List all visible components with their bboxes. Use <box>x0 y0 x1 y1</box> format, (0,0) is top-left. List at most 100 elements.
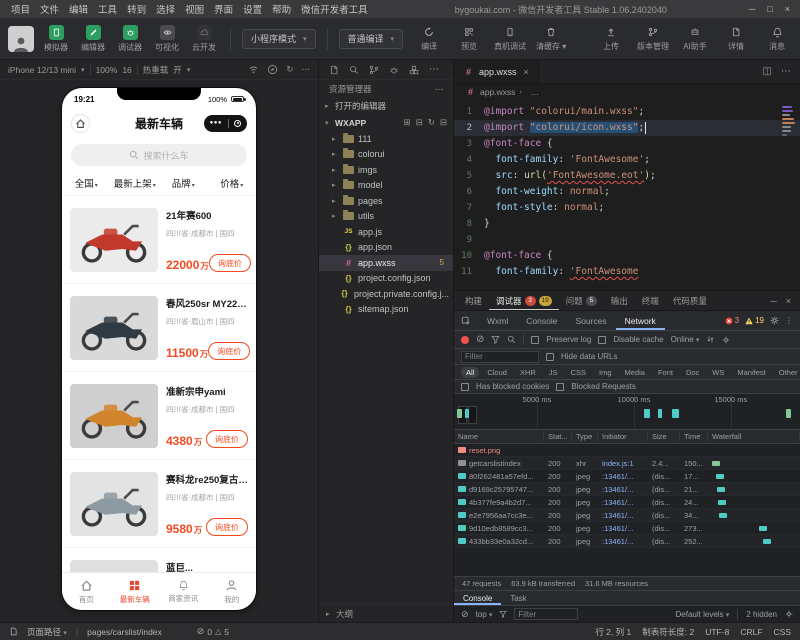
toolbar-toggle-simulator[interactable]: 模拟器 <box>41 25 71 53</box>
file-tree-item[interactable]: {}project.config.json <box>319 271 453 287</box>
panel-tab-0[interactable]: 构建 <box>458 291 489 310</box>
menu-item-2[interactable]: 编辑 <box>64 2 93 16</box>
disable-cache-checkbox[interactable] <box>598 336 606 344</box>
capsule-close-icon[interactable] <box>234 120 241 127</box>
file-tree-item[interactable]: ▸pages <box>319 193 453 209</box>
more-icon[interactable]: ⋯ <box>302 64 311 75</box>
tab-latest-cars[interactable]: 最新车辆 <box>111 573 160 610</box>
ask-price-button[interactable]: 询底价 <box>206 518 248 536</box>
code-line[interactable]: 8} <box>454 216 800 232</box>
column-header[interactable]: Stat... <box>544 432 572 441</box>
language-mode[interactable]: CSS <box>774 627 791 637</box>
import-export-icon[interactable] <box>706 335 715 344</box>
gear-icon[interactable] <box>770 316 779 325</box>
file-tree-item[interactable]: {}sitemap.json <box>319 302 453 318</box>
error-count[interactable]: 3 <box>725 316 739 325</box>
initiator-link[interactable]: :13461/... <box>598 524 648 533</box>
more-icon[interactable]: ⋯ <box>429 64 439 75</box>
initiator-link[interactable]: :13461/... <box>598 511 648 520</box>
collapse-icon[interactable]: ⊟ <box>440 117 447 128</box>
car-item[interactable]: 赛科龙re250复古街车四川省-成都市 | 国四9580万询底价 <box>62 460 256 548</box>
network-overview[interactable]: 5000 ms10000 ms15000 ms <box>454 394 800 430</box>
mode-dropdown[interactable]: 小程序模式 ▾ <box>242 29 316 49</box>
toolbar-toggle-debugger[interactable]: 调试器 <box>115 25 145 53</box>
filter-pill-manifest[interactable]: Manifest <box>732 367 770 378</box>
filter-pill-media[interactable]: Media <box>620 367 650 378</box>
rotate-icon[interactable]: ↻ <box>286 64 293 75</box>
page-path-value[interactable]: pages/carslist/index <box>87 627 162 637</box>
filter-0[interactable]: 全国▾ <box>62 176 111 190</box>
close-tab-icon[interactable]: × <box>524 67 529 77</box>
column-header[interactable]: Name <box>454 432 544 441</box>
code-line[interactable]: 2@import "colorui/icon.wxss"; <box>454 120 800 136</box>
filter-pill-xhr[interactable]: XHR <box>515 367 541 378</box>
hot-reload-toggle[interactable]: 开 <box>173 64 182 76</box>
column-header[interactable]: Time <box>680 432 708 441</box>
filter-icon[interactable] <box>491 335 500 344</box>
minimize-icon[interactable]: ─ <box>749 4 755 14</box>
warning-count[interactable]: 19 <box>745 316 764 325</box>
more-icon[interactable]: ⋯ <box>435 84 444 95</box>
network-request-row[interactable]: 9d10edb8589cc3...200jpeg:13461/...(dis..… <box>454 522 800 535</box>
outline-section[interactable]: ▸ 大纲 <box>319 604 453 622</box>
toolbar-toggle-editor[interactable]: 编辑器 <box>78 25 108 53</box>
network-request-row[interactable]: 433bb33e0a32cd...200jpeg:13461/...(dis..… <box>454 535 800 548</box>
ask-price-button[interactable]: 询底价 <box>206 430 248 448</box>
filter-pill-doc[interactable]: Doc <box>681 367 704 378</box>
filter-pill-other[interactable]: Other <box>774 367 800 378</box>
hide-data-urls-checkbox[interactable] <box>546 353 554 361</box>
filter-pill-ws[interactable]: WS <box>707 367 729 378</box>
source-control-icon[interactable] <box>369 65 379 75</box>
menu-item-10[interactable]: 微信开发者工具 <box>296 2 373 16</box>
gear-icon[interactable] <box>722 336 730 344</box>
page-path-dropdown[interactable]: 页面路径 ▾ <box>27 626 67 638</box>
menu-item-6[interactable]: 视图 <box>180 2 209 16</box>
initiator-link[interactable]: :13461/... <box>598 537 648 546</box>
toolbar-toggle-visual[interactable]: 可视化 <box>152 25 182 53</box>
file-tree-item[interactable]: ▸colorui <box>319 147 453 163</box>
throttling-dropdown[interactable]: Online ▾ <box>671 335 700 344</box>
problems-indicator[interactable]: ⊘ 0 △ 5 <box>197 626 229 637</box>
close-icon[interactable]: × <box>785 4 790 14</box>
extensions-icon[interactable] <box>409 65 419 75</box>
filter-3[interactable]: 价格▾ <box>208 176 257 190</box>
menu-item-8[interactable]: 设置 <box>238 2 267 16</box>
filter-2[interactable]: 品牌▾ <box>159 176 208 190</box>
tab-size[interactable]: 制表符长度: 2 <box>642 626 694 638</box>
code-line[interactable]: 5 src: url('FontAwesome.eot'); <box>454 168 800 184</box>
wechat-capsule[interactable]: ●●● <box>204 115 247 132</box>
tab-dealer-news[interactable]: 商家资讯 <box>159 573 208 610</box>
project-root[interactable]: ▾ WXAPP ⊞ ⊟ ↻ ⊟ <box>319 114 453 131</box>
details-button[interactable]: 详情 <box>721 26 751 52</box>
preview-button[interactable]: 预览 <box>454 26 484 52</box>
panel-tab-5[interactable]: 代码质量 <box>666 291 714 310</box>
refresh-icon[interactable]: ↻ <box>428 117 435 128</box>
console-context-dropdown[interactable]: top ▾ <box>476 610 493 619</box>
log-levels-dropdown[interactable]: Default levels ▾ <box>676 610 730 619</box>
split-editor-icon[interactable]: ◫ <box>763 66 772 77</box>
filter-pill-cloud[interactable]: Cloud <box>482 367 512 378</box>
file-tree-item[interactable]: JSapp.js <box>319 224 453 240</box>
menu-item-9[interactable]: 帮助 <box>267 2 296 16</box>
wifi-icon[interactable] <box>248 64 259 75</box>
initiator-link[interactable]: :13461/... <box>598 498 648 507</box>
initiator-link[interactable]: :13461/... <box>598 472 648 481</box>
car-item[interactable]: 春风250sr MY22单摇臂版本四川省-眉山市 | 国四11500万询底价 <box>62 284 256 372</box>
upload-button[interactable]: 上传 <box>596 26 626 52</box>
minimize-panel-icon[interactable]: ─ <box>770 296 776 306</box>
search-icon[interactable] <box>507 335 516 344</box>
panel-tab-1[interactable]: 调试器319 <box>489 291 559 310</box>
inspect-icon[interactable] <box>454 316 478 326</box>
devtools-tab-wxml[interactable]: Wxml <box>478 311 517 330</box>
menu-item-4[interactable]: 转到 <box>122 2 151 16</box>
new-folder-icon[interactable]: ⊟ <box>416 117 423 128</box>
more-icon[interactable]: ⋯ <box>781 66 791 77</box>
car-item[interactable]: 21年赛600四川省-成都市 | 国四22000万询底价 <box>62 196 256 284</box>
filter-pill-font[interactable]: Font <box>653 367 678 378</box>
filter-pill-img[interactable]: Img <box>594 367 617 378</box>
eol[interactable]: CRLF <box>740 627 762 637</box>
file-tree-item[interactable]: ▸utils <box>319 209 453 225</box>
kebab-icon[interactable]: ⋮ <box>785 316 793 325</box>
devtools-tab-network[interactable]: Network <box>616 311 665 330</box>
device-selector[interactable]: iPhone 12/13 mini <box>8 65 76 75</box>
